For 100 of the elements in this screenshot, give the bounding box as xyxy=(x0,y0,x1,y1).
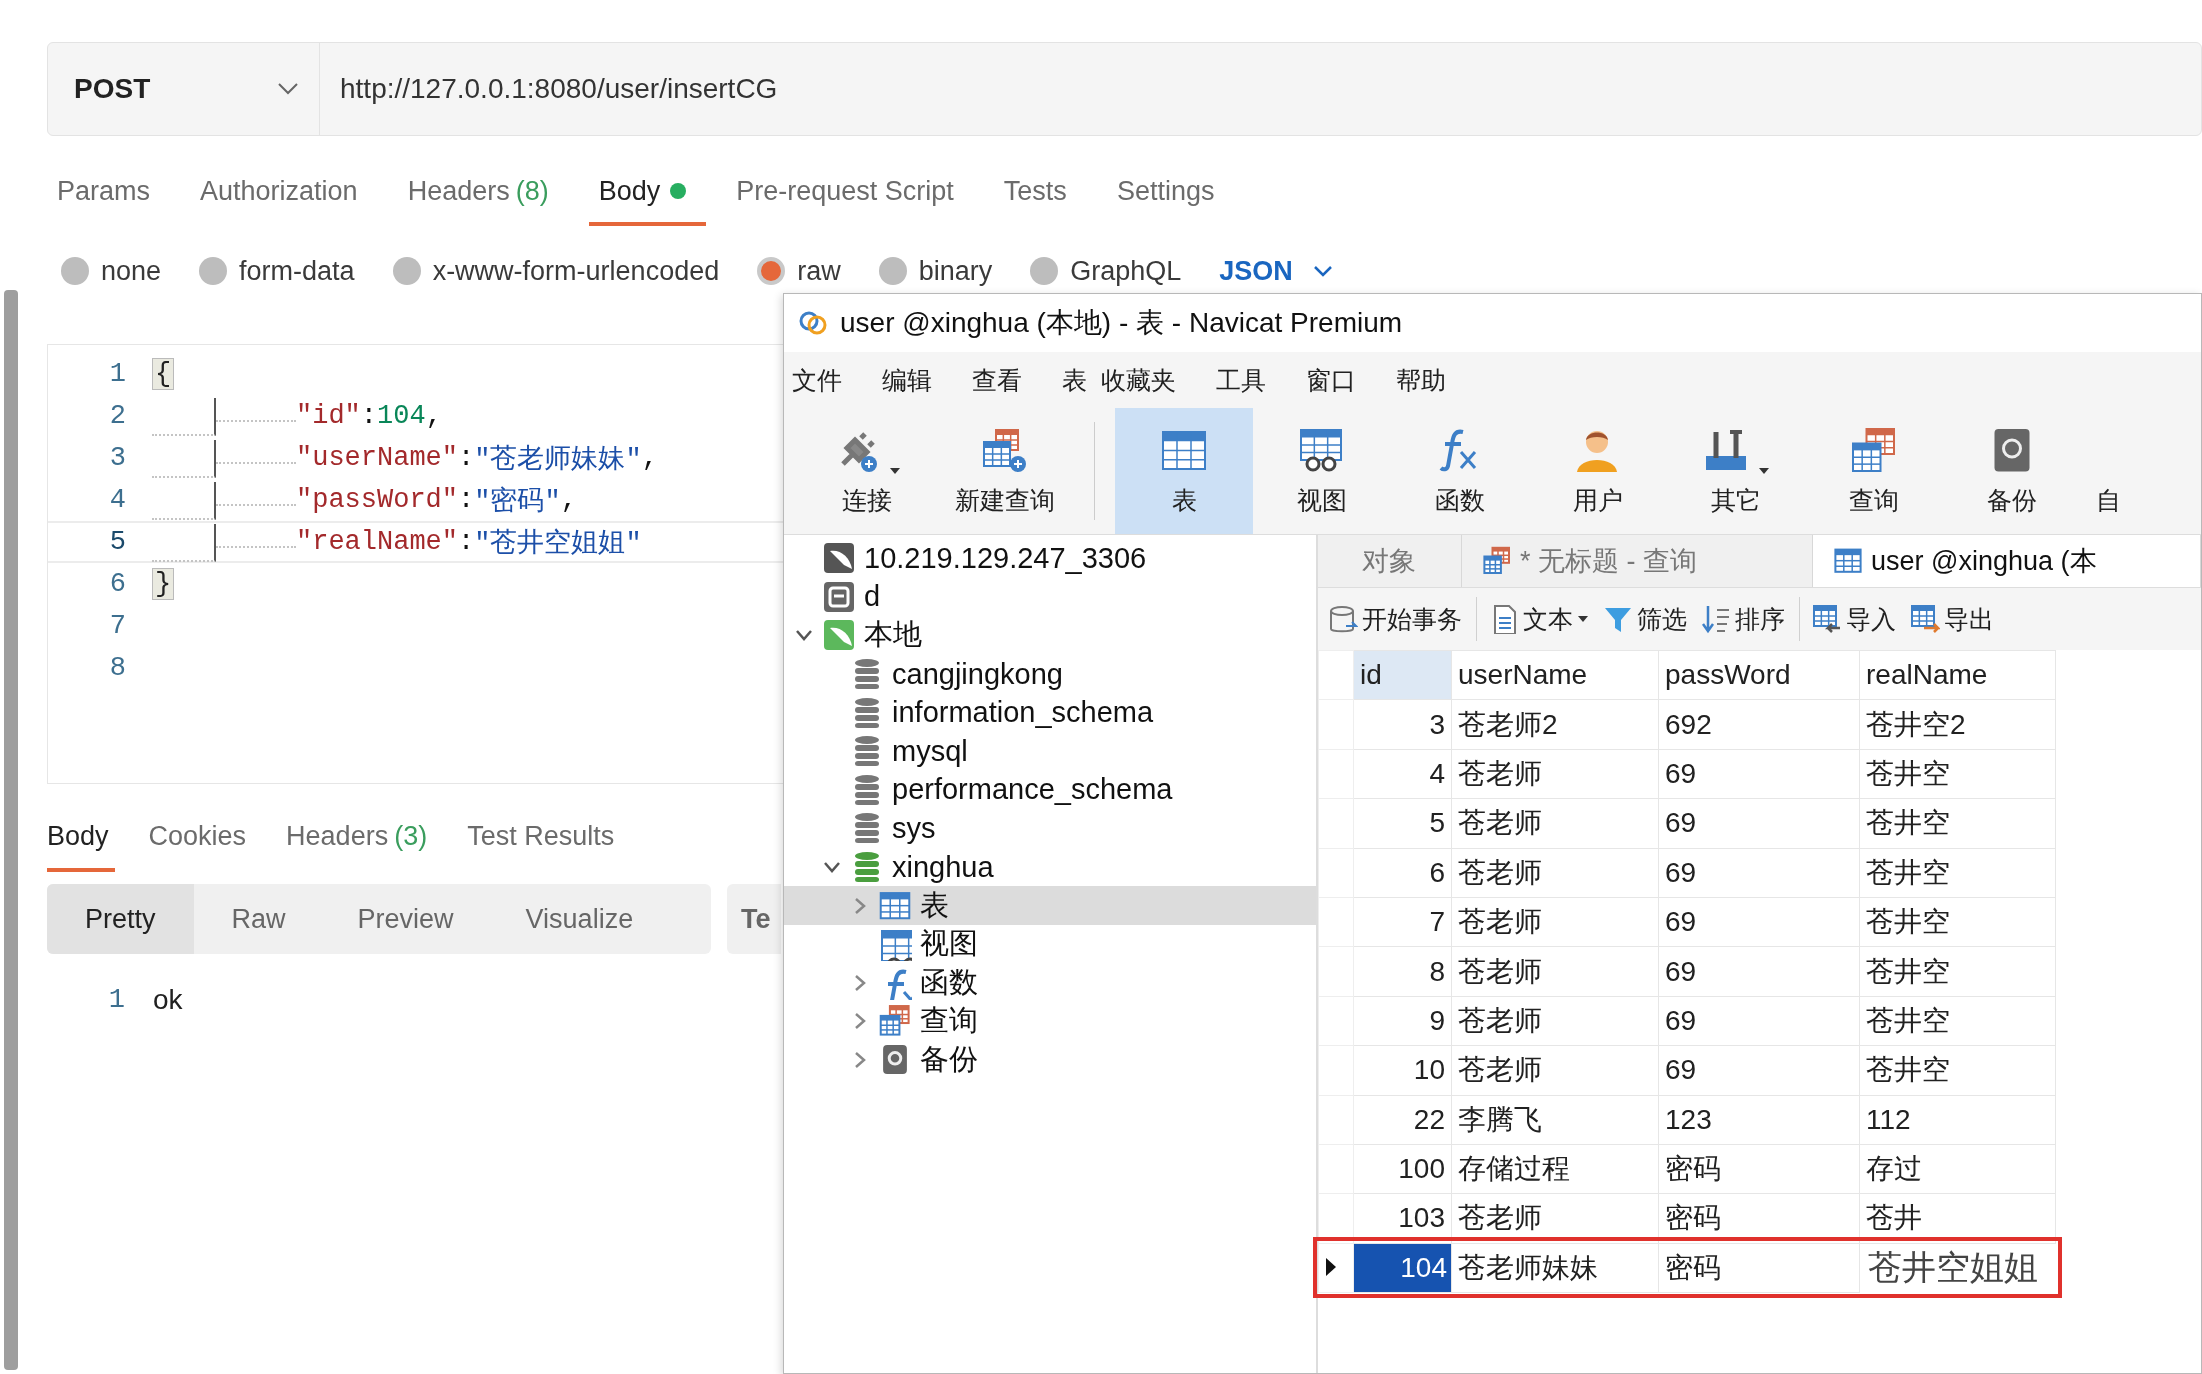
radio-option[interactable]: GraphQL xyxy=(1030,255,1182,287)
radio-label: binary xyxy=(918,255,993,287)
toolbar-button[interactable]: 自 xyxy=(2081,408,2121,534)
radio-button[interactable] xyxy=(757,257,786,285)
response-tab[interactable]: Body xyxy=(47,804,115,872)
column-header[interactable]: realName xyxy=(1859,650,2056,700)
code-token: "苍井空姐姐" xyxy=(474,527,642,560)
tree-item[interactable]: 视图 xyxy=(784,924,1316,964)
menu-item[interactable]: 编辑 xyxy=(882,363,972,397)
request-tab[interactable]: Authorization xyxy=(190,160,378,226)
table-cell: 苍井空 xyxy=(1859,848,2056,898)
table-cell: 10 xyxy=(1353,1045,1452,1095)
table-cell: 密码 xyxy=(1658,1193,1860,1244)
request-tab[interactable]: Headers (8) xyxy=(397,160,569,226)
table-icon xyxy=(1833,546,1863,576)
code-token: , xyxy=(560,485,577,515)
menu-item[interactable]: 文件 xyxy=(792,363,882,397)
line-number: 7 xyxy=(108,611,126,641)
document-tab[interactable]: * 无标题 - 查询 xyxy=(1462,535,1813,587)
menu-item[interactable]: 查看 xyxy=(972,363,1062,397)
action-button[interactable]: 筛选 xyxy=(1603,602,1687,636)
menu-item[interactable]: 收藏夹 xyxy=(1101,363,1216,397)
tree-item[interactable]: xinghua xyxy=(784,847,1316,887)
line-number: 1 xyxy=(107,985,125,1015)
radio-option[interactable]: raw xyxy=(757,255,841,287)
menu-item[interactable]: 工具 xyxy=(1216,363,1306,397)
tree-item[interactable]: mysql xyxy=(784,731,1316,771)
request-tab[interactable]: Body xyxy=(588,160,707,226)
radio-button[interactable] xyxy=(392,257,421,285)
request-tab[interactable]: Pre-request Script xyxy=(726,160,974,226)
tree-item[interactable]: d xyxy=(784,577,1316,617)
column-header[interactable]: userName xyxy=(1451,650,1659,700)
response-tab[interactable]: Test Results xyxy=(467,804,621,872)
tree-item[interactable]: 查询 xyxy=(784,1002,1316,1041)
tree-item[interactable]: sys xyxy=(784,809,1316,848)
method-dropdown[interactable]: POST xyxy=(48,43,320,135)
url-field[interactable]: http://127.0.0.1:8080/user/insertCG xyxy=(320,73,778,105)
request-tab[interactable]: Params xyxy=(47,160,171,226)
tree-item[interactable]: 函数 xyxy=(784,963,1316,1003)
format-dropdown[interactable]: JSON xyxy=(1219,255,1333,287)
scrollbar[interactable] xyxy=(4,290,18,1370)
brace-token: } xyxy=(152,568,175,600)
action-button[interactable]: 导出 xyxy=(1910,602,1994,636)
action-button[interactable]: 开始事务 xyxy=(1328,602,1462,636)
radio-option[interactable]: none xyxy=(61,255,162,287)
table-cell: 苍老师 xyxy=(1451,749,1659,799)
column-header[interactable]: passWord xyxy=(1658,650,1860,700)
document-tab[interactable]: user @xinghua (本 xyxy=(1813,535,2201,587)
view-tab[interactable]: Preview xyxy=(321,884,490,954)
table-cell: 123 xyxy=(1658,1095,1860,1145)
toolbar-button[interactable]: 函数 xyxy=(1391,408,1529,534)
tree-item[interactable]: 10.219.129.247_3306 xyxy=(784,539,1316,578)
line-number: 3 xyxy=(108,443,126,473)
request-tab[interactable]: Tests xyxy=(993,160,1087,226)
toolbar-button[interactable]: 表 xyxy=(1115,408,1253,534)
radio-option[interactable]: binary xyxy=(878,255,993,287)
table-cell: 苍老师 xyxy=(1451,897,1659,947)
action-button[interactable]: 文本 xyxy=(1489,602,1589,636)
radio-button[interactable] xyxy=(878,257,907,285)
radio-button[interactable] xyxy=(1030,257,1059,285)
radio-button[interactable] xyxy=(199,257,228,285)
chevron-down-icon xyxy=(1312,265,1333,277)
response-tab[interactable]: Headers (3) xyxy=(286,804,434,872)
table-cell: 苍井空 xyxy=(1859,749,2056,799)
table-cell: 苍井空 xyxy=(1859,1045,2056,1095)
toolbar-button[interactable]: 用户 xyxy=(1529,408,1667,534)
menu-item[interactable]: 表 xyxy=(1062,363,1101,397)
toolbar-button[interactable]: 其它 xyxy=(1667,408,1805,534)
tree-item[interactable]: cangjingkong xyxy=(784,654,1316,694)
menu-item[interactable]: 窗口 xyxy=(1306,363,1396,397)
view-tab[interactable]: Raw xyxy=(193,884,322,954)
column-header[interactable]: id xyxy=(1353,650,1452,700)
format-button[interactable]: Te xyxy=(727,884,781,954)
response-tab[interactable]: Cookies xyxy=(148,804,253,872)
table-cell: 苍老师 xyxy=(1451,946,1659,997)
table-cell: 密码 xyxy=(1658,1144,1860,1194)
tree-item[interactable]: performance_schema xyxy=(784,770,1316,810)
toolbar-button[interactable]: 连接 xyxy=(798,408,936,534)
tree-item[interactable]: 备份 xyxy=(784,1040,1316,1080)
radio-button[interactable] xyxy=(61,257,89,285)
table-cell: 69 xyxy=(1658,749,1860,799)
radio-option[interactable]: form-data xyxy=(199,255,355,287)
chevron-down-icon xyxy=(277,82,299,96)
table-cell: 69 xyxy=(1658,946,1860,997)
toolbar-button[interactable]: 查询 xyxy=(1805,408,1943,534)
table-cell: 苍老师 xyxy=(1451,1045,1659,1095)
toolbar-button[interactable]: 视图 xyxy=(1253,408,1391,534)
request-tab[interactable]: Settings xyxy=(1106,160,1235,226)
action-button[interactable]: 排序 xyxy=(1701,602,1785,636)
tree-item[interactable]: 本地 xyxy=(784,616,1316,655)
toolbar-button[interactable]: 新建查询 xyxy=(936,408,1074,534)
toolbar-button[interactable]: 备份 xyxy=(1943,408,2081,534)
tree-item[interactable]: information_schema xyxy=(784,693,1316,732)
tree-item[interactable]: 表 xyxy=(784,886,1316,925)
action-button[interactable]: 导入 xyxy=(1812,602,1896,636)
document-tab[interactable]: 对象 xyxy=(1318,535,1462,587)
view-tab[interactable]: Visualize xyxy=(489,884,670,954)
response-text: ok xyxy=(153,984,183,1016)
view-tab[interactable]: Pretty xyxy=(47,884,194,954)
menu-item[interactable]: 帮助 xyxy=(1396,363,1486,397)
